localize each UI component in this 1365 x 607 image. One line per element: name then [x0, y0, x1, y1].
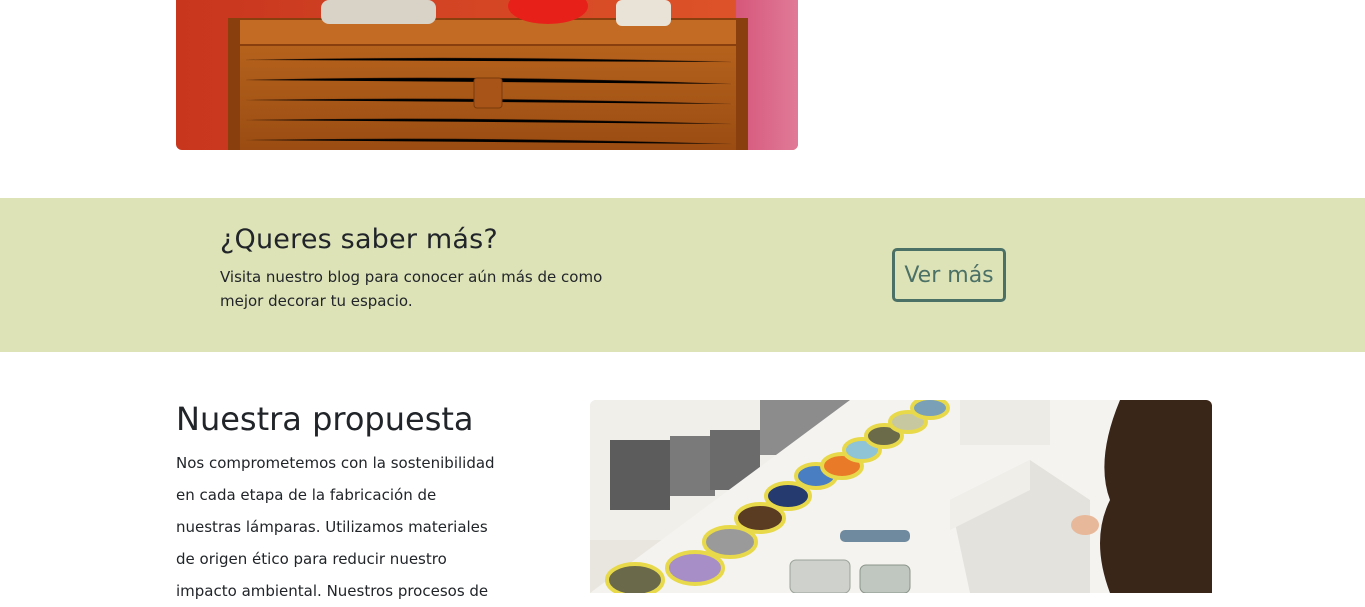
cta-band: [0, 198, 1365, 352]
ver-mas-button[interactable]: Ver más: [892, 248, 1006, 302]
workshop-image: [590, 400, 1212, 593]
cta-text: Visita nuestro blog para conocer aún más…: [220, 268, 603, 310]
cta-title: ¿Queres saber más?: [220, 224, 498, 255]
proposal-text: Nos comprometemos con la sostenibilidad …: [176, 454, 495, 600]
proposal-title: Nuestra propuesta: [176, 400, 474, 438]
furniture-image: [176, 0, 798, 150]
